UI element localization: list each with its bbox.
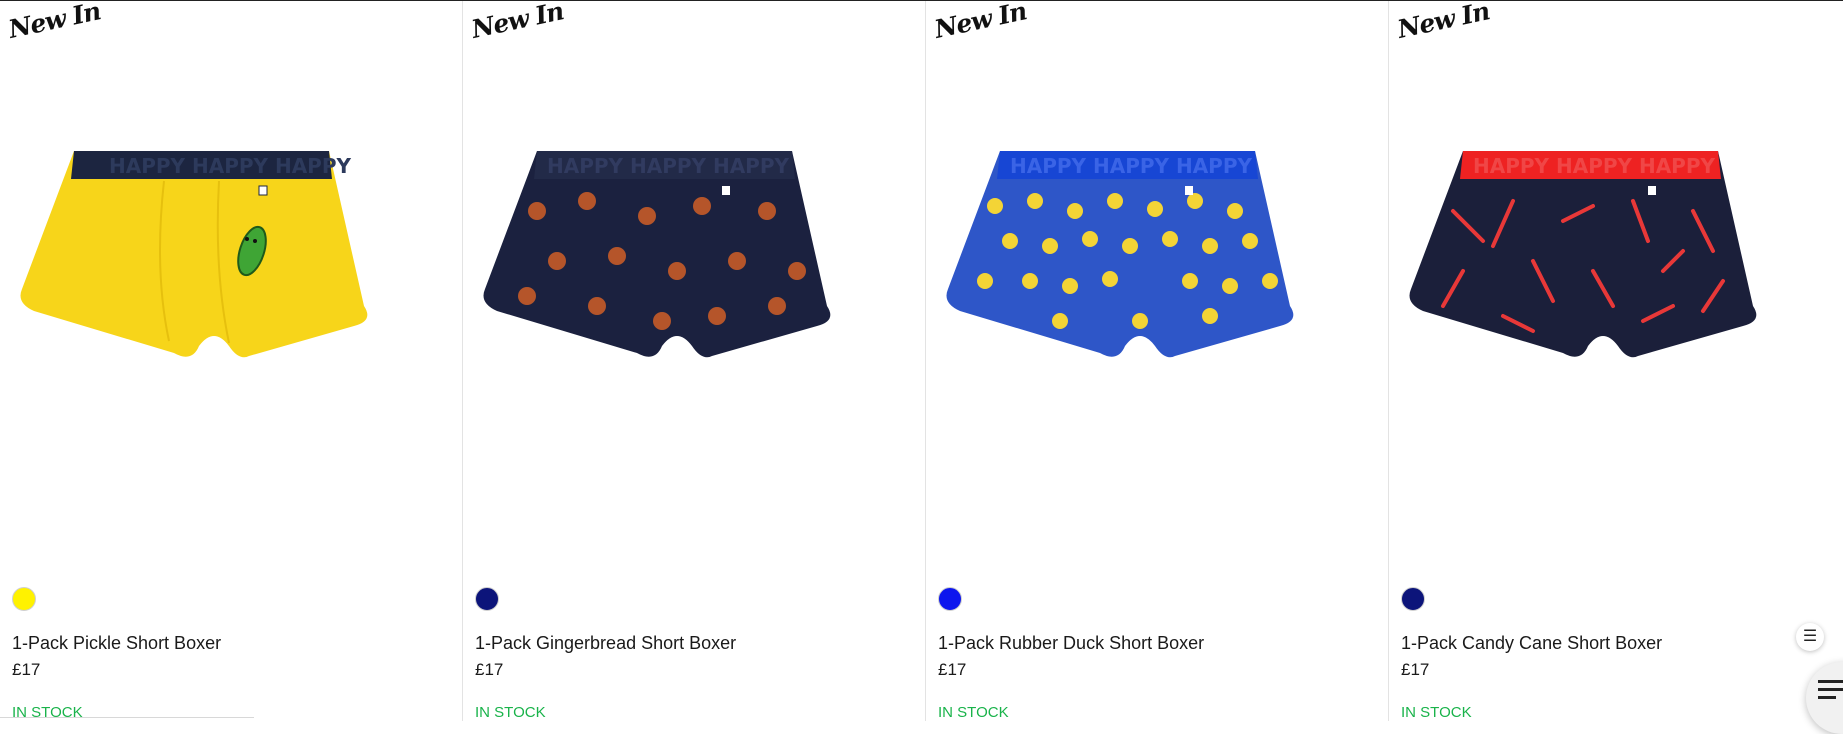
svg-text:HAPPY HAPPY HAPPY: HAPPY HAPPY HAPPY — [1473, 154, 1715, 178]
svg-text:HAPPY HAPPY HAPPY: HAPPY HAPPY HAPPY — [109, 154, 351, 178]
product-card[interactable]: New In HAPPY HAPPY HAPPY 1-Pack Pickle S… — [0, 0, 463, 721]
product-grid: New In HAPPY HAPPY HAPPY 1-Pack Pickle S… — [0, 0, 1843, 721]
product-name[interactable]: 1-Pack Pickle Short Boxer — [12, 633, 221, 654]
product-card[interactable]: New In HAPPY HAPPY HAPPY 1-Pack Gingerbr… — [463, 0, 926, 721]
product-name[interactable]: 1-Pack Candy Cane Short Boxer — [1401, 633, 1662, 654]
svg-text:HAPPY HAPPY HAPPY: HAPPY HAPPY HAPPY — [547, 154, 789, 178]
list-icon[interactable]: ☰ — [1796, 623, 1824, 651]
new-in-badge: New In — [5, 0, 103, 44]
product-image-candy-cane-boxer[interactable]: HAPPY HAPPY HAPPY — [1403, 131, 1843, 431]
stock-status: IN STOCK — [1401, 704, 1472, 721]
product-card[interactable]: New In HAPPY HAPPY HAPPY 1-Pack Rubber D… — [926, 0, 1389, 721]
product-price: £17 — [12, 660, 41, 679]
product-card[interactable]: New In HAPPY HAPPY HAPPY 1-Pack Candy Ca… — [1389, 0, 1843, 721]
stock-status: IN STOCK — [938, 704, 1009, 721]
color-swatch[interactable] — [475, 587, 499, 611]
stock-status: IN STOCK — [475, 704, 546, 721]
new-in-badge: New In — [931, 0, 1029, 44]
product-price: £17 — [938, 660, 967, 679]
color-swatch[interactable] — [938, 587, 962, 611]
product-price: £17 — [475, 660, 504, 679]
stock-status: IN STOCK — [12, 704, 83, 721]
product-image-gingerbread-boxer[interactable]: HAPPY HAPPY HAPPY — [477, 131, 917, 431]
product-price: £17 — [1401, 660, 1430, 679]
new-in-badge: New In — [1394, 0, 1492, 44]
product-image-pickle-boxer[interactable]: HAPPY HAPPY HAPPY — [14, 131, 454, 431]
svg-text:HAPPY HAPPY HAPPY: HAPPY HAPPY HAPPY — [1010, 154, 1252, 178]
color-swatch[interactable] — [1401, 587, 1425, 611]
divider — [0, 717, 254, 718]
color-swatch[interactable] — [12, 587, 36, 611]
product-name[interactable]: 1-Pack Gingerbread Short Boxer — [475, 633, 736, 654]
product-image-rubber-duck-boxer[interactable]: HAPPY HAPPY HAPPY — [940, 131, 1380, 431]
new-in-badge: New In — [468, 0, 566, 44]
product-name[interactable]: 1-Pack Rubber Duck Short Boxer — [938, 633, 1204, 654]
